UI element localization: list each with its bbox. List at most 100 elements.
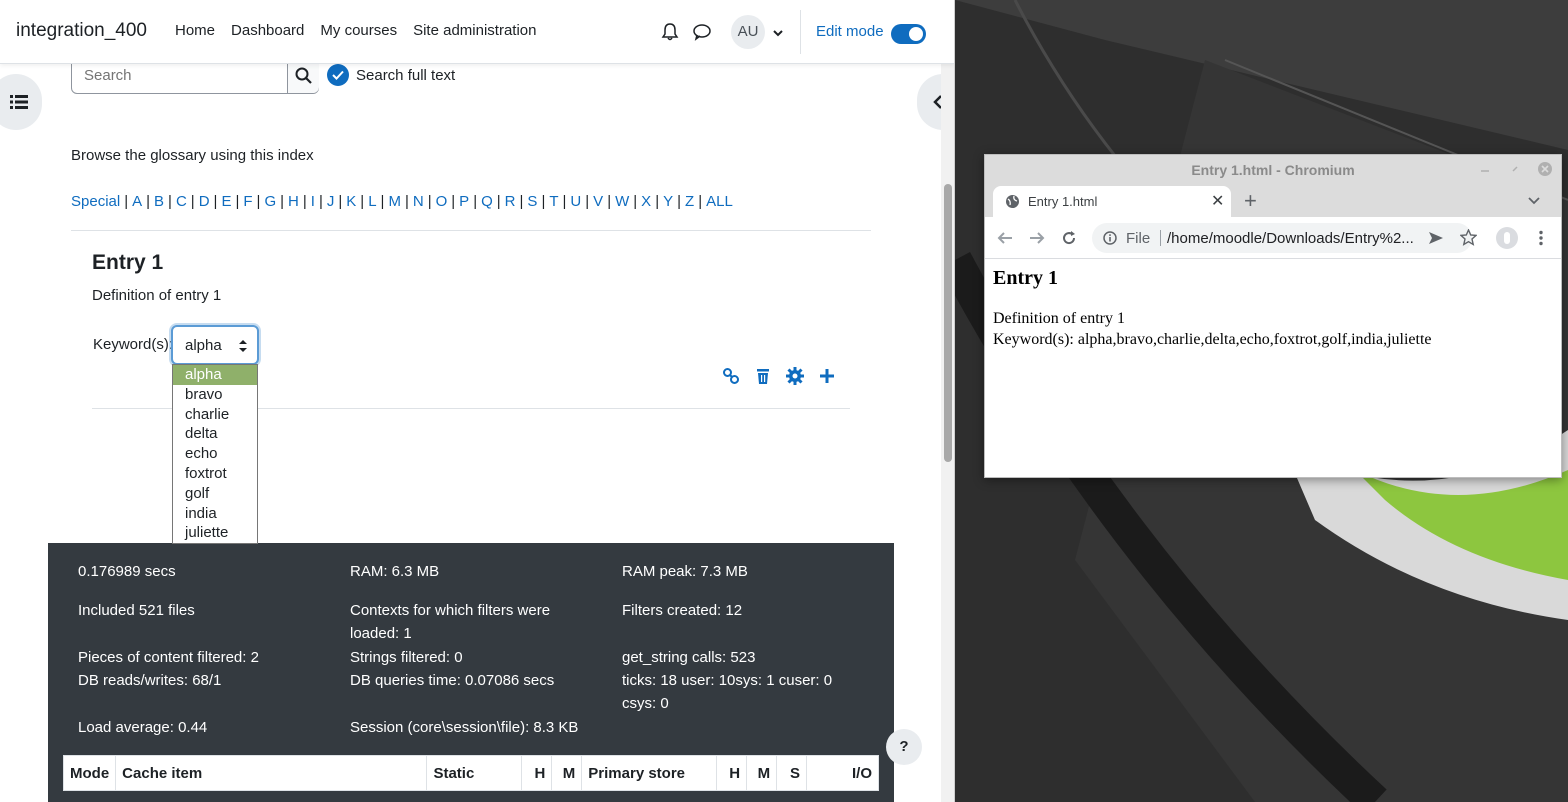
performance-info-footer: 0.176989 secs RAM: 6.3 MB RAM peak: 7.3 …: [48, 543, 894, 802]
search-input[interactable]: [84, 67, 284, 84]
index-link-p[interactable]: P: [459, 193, 469, 210]
index-link-w[interactable]: W: [615, 193, 629, 210]
close-window-icon[interactable]: [1537, 161, 1553, 177]
nav-home[interactable]: Home: [167, 22, 223, 39]
index-link-all[interactable]: ALL: [706, 193, 733, 210]
index-link-g[interactable]: G: [264, 193, 276, 210]
index-separator: |: [380, 193, 385, 210]
plus-icon[interactable]: [818, 367, 836, 385]
index-link-o[interactable]: O: [436, 193, 448, 210]
index-separator: |: [585, 193, 590, 210]
perf-db-queries-time: DB queries time: 0.07086 secs: [350, 672, 555, 689]
minimize-icon[interactable]: [1480, 165, 1490, 175]
index-link-a[interactable]: A: [132, 193, 142, 210]
scrollbar-thumb[interactable]: [944, 184, 952, 462]
perf-session: Session (core\session\file): 8.3 KB: [350, 719, 579, 736]
nav-dashboard[interactable]: Dashboard: [223, 22, 312, 39]
page-scrollbar[interactable]: [941, 64, 954, 802]
edit-mode-toggle[interactable]: [891, 24, 926, 44]
keywords-select[interactable]: alpha: [171, 325, 259, 365]
perf-secs: 0.176989 secs: [78, 563, 176, 580]
index-link-u[interactable]: U: [570, 193, 581, 210]
index-separator: |: [633, 193, 638, 210]
index-link-x[interactable]: X: [641, 193, 651, 210]
url-text[interactable]: /home/moodle/Downloads/Entry%2...: [1167, 230, 1414, 247]
entry-actions: [722, 367, 836, 385]
keyword-option-bravo[interactable]: bravo: [173, 385, 257, 405]
send-icon[interactable]: [1428, 230, 1444, 246]
nav-my-courses[interactable]: My courses: [312, 22, 405, 39]
reload-icon[interactable]: [1061, 230, 1077, 246]
index-link-b[interactable]: B: [154, 193, 164, 210]
search-full-text-checkbox[interactable]: [327, 64, 349, 86]
index-link-l[interactable]: L: [368, 193, 376, 210]
tab-search-icon[interactable]: [1528, 194, 1540, 206]
keyword-option-juliette[interactable]: juliette: [173, 523, 257, 543]
keyword-option-charlie[interactable]: charlie: [173, 405, 257, 425]
index-link-k[interactable]: K: [346, 193, 356, 210]
bookmark-star-icon[interactable]: [1460, 229, 1477, 246]
chevron-down-icon[interactable]: [772, 26, 784, 38]
perf-pieces-filtered: Pieces of content filtered: 2: [78, 649, 259, 666]
new-tab-icon[interactable]: +: [1244, 188, 1257, 214]
index-link-d[interactable]: D: [199, 193, 210, 210]
nav-site-administration[interactable]: Site administration: [405, 22, 544, 39]
user-avatar[interactable]: AU: [731, 15, 765, 49]
index-link-e[interactable]: E: [221, 193, 231, 210]
maximize-icon[interactable]: [1510, 164, 1520, 174]
course-index-drawer-button[interactable]: [0, 74, 42, 130]
index-link-f[interactable]: F: [243, 193, 252, 210]
profile-icon[interactable]: [1496, 227, 1518, 249]
keyword-option-golf[interactable]: golf: [173, 484, 257, 504]
tab-title: Entry 1.html: [1028, 194, 1098, 209]
link-icon[interactable]: [722, 367, 740, 385]
index-link-h[interactable]: H: [288, 193, 299, 210]
index-separator: |: [318, 193, 323, 210]
perf-strings-filtered: Strings filtered: 0: [350, 649, 463, 666]
keywords-label: Keyword(s):: [93, 336, 174, 353]
page-heading: Entry 1: [993, 267, 1058, 289]
index-link-m[interactable]: M: [388, 193, 401, 210]
index-link-s[interactable]: S: [527, 193, 537, 210]
index-link-n[interactable]: N: [413, 193, 424, 210]
index-link-z[interactable]: Z: [685, 193, 694, 210]
index-separator: |: [607, 193, 612, 210]
window-titlebar[interactable]: Entry 1.html - Chromium: [985, 155, 1561, 184]
index-link-r[interactable]: R: [505, 193, 516, 210]
keyword-option-india[interactable]: india: [173, 504, 257, 524]
cache-col-primary-store: Primary store: [581, 755, 718, 791]
close-tab-icon[interactable]: ✕: [1211, 191, 1224, 211]
menu-kebab-icon[interactable]: [1538, 230, 1544, 246]
gear-icon[interactable]: [786, 367, 804, 385]
index-link-y[interactable]: Y: [663, 193, 673, 210]
browser-tab[interactable]: Entry 1.html ✕: [993, 186, 1231, 217]
trash-icon[interactable]: [754, 367, 772, 385]
forward-arrow-icon[interactable]: [1029, 230, 1045, 246]
bell-icon[interactable]: [660, 22, 680, 42]
index-link-t[interactable]: T: [549, 193, 558, 210]
index-separator: |: [519, 193, 524, 210]
index-link-special[interactable]: Special: [71, 193, 120, 210]
index-link-q[interactable]: Q: [481, 193, 493, 210]
divider: [71, 230, 871, 231]
index-separator: |: [427, 193, 432, 210]
keyword-option-foxtrot[interactable]: foxtrot: [173, 464, 257, 484]
chat-bubble-icon[interactable]: [692, 22, 712, 42]
select-arrows-icon: [239, 340, 247, 352]
help-button[interactable]: ?: [886, 729, 922, 765]
index-separator: |: [213, 193, 218, 210]
navbar-divider: [800, 10, 801, 54]
index-separator: |: [496, 193, 501, 210]
cache-col-h: H: [716, 755, 748, 791]
keyword-option-delta[interactable]: delta: [173, 424, 257, 444]
index-link-v[interactable]: V: [593, 193, 603, 210]
index-link-c[interactable]: C: [176, 193, 187, 210]
site-brand[interactable]: integration_400: [16, 20, 147, 42]
address-bar[interactable]: File /home/moodle/Downloads/Entry%2...: [1092, 223, 1472, 253]
keyword-option-echo[interactable]: echo: [173, 444, 257, 464]
index-separator: |: [168, 193, 172, 210]
back-arrow-icon[interactable]: [997, 230, 1013, 246]
keyword-option-alpha[interactable]: alpha: [173, 365, 257, 385]
info-icon[interactable]: [1103, 231, 1117, 245]
entry-title: Entry 1: [92, 251, 164, 274]
